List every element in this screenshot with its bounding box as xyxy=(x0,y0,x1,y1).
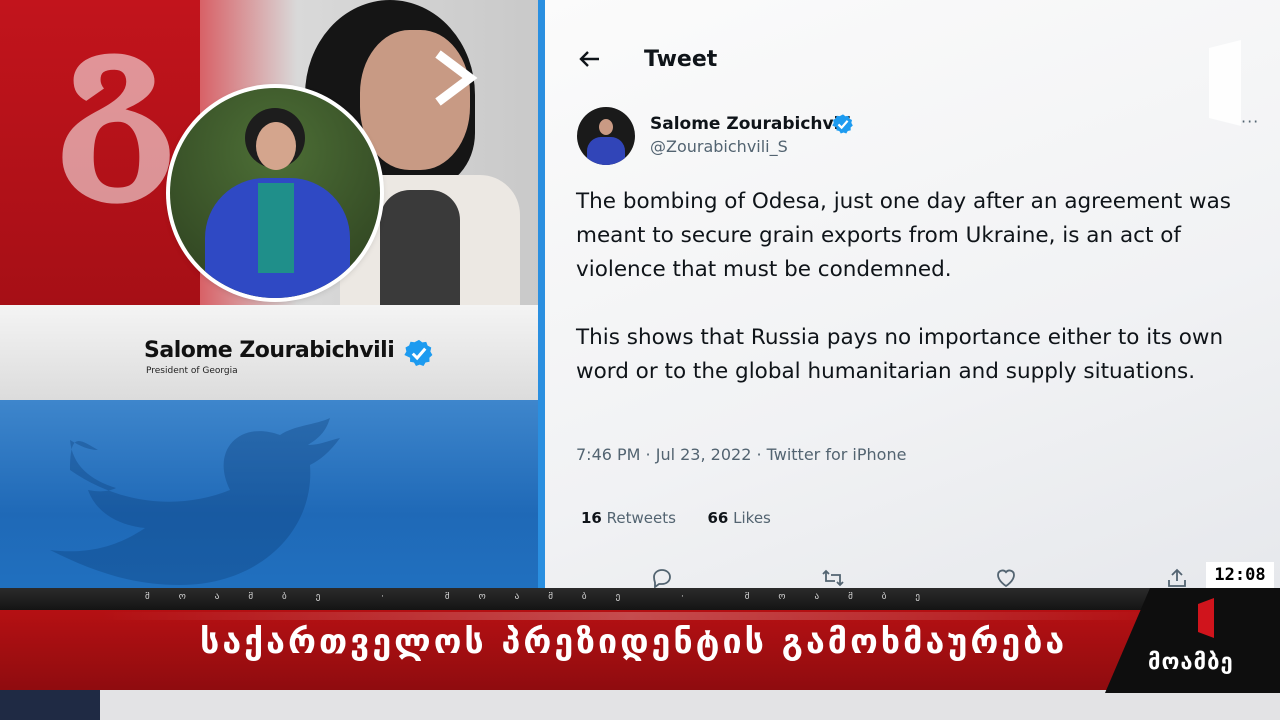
broadcast-clock: 12:08 xyxy=(1206,562,1274,588)
tweet-panel: Tweet Salome Zourabichvili @Zourabichvil… xyxy=(545,0,1280,590)
like-count[interactable]: 66 xyxy=(708,509,729,527)
profile-subtitle: President of Georgia xyxy=(146,366,238,376)
retweet-label[interactable]: Retweets xyxy=(607,509,676,527)
arrow-left-icon[interactable] xyxy=(577,46,603,72)
left-graphic-panel: გ Salome Zourabichvili President of Geor… xyxy=(0,0,540,590)
twitter-bird-icon xyxy=(50,418,340,585)
retweet-icon[interactable] xyxy=(821,566,845,590)
tweet-timestamp: 7:46 PM · Jul 23, 2022 · Twitter for iPh… xyxy=(576,445,907,464)
profile-name: Salome Zourabichvili xyxy=(144,338,395,363)
ticker-text: მოამბე · მოამბე · მოამბე xyxy=(145,592,949,602)
channel-watermark-icon xyxy=(1209,40,1241,126)
share-icon[interactable] xyxy=(1165,566,1189,590)
headline-text: საქართველოს პრეზიდენტის გამოხმაურება xyxy=(200,622,1068,662)
verified-badge-icon xyxy=(404,339,433,366)
lower-strip xyxy=(0,690,1280,720)
tweet-stats: 16 Retweets 66 Likes xyxy=(581,509,771,527)
retweet-count[interactable]: 16 xyxy=(581,509,602,527)
verified-badge-icon xyxy=(832,114,853,134)
photo-backdrop: გ xyxy=(0,0,540,305)
chevron-right-icon xyxy=(435,50,478,106)
tweet-text-paragraph: This shows that Russia pays no importanc… xyxy=(576,325,1224,384)
tweet-avatar[interactable] xyxy=(577,107,635,165)
tweet-author-name[interactable]: Salome Zourabichvili xyxy=(650,114,851,134)
profile-photo xyxy=(170,88,380,298)
like-label[interactable]: Likes xyxy=(733,509,771,527)
heart-icon[interactable] xyxy=(994,566,1018,590)
channel-logo-text: მოამბე xyxy=(1148,650,1234,675)
tweet-header-title: Tweet xyxy=(644,47,718,72)
reply-icon[interactable] xyxy=(650,566,674,590)
tweet-text-paragraph: The bombing of Odesa, just one day after… xyxy=(576,189,1231,282)
decorative-letter: გ xyxy=(55,0,178,206)
headline-shine xyxy=(100,612,1160,620)
channel-logo-icon xyxy=(1198,598,1214,638)
tweet-author-handle[interactable]: @Zourabichvili_S xyxy=(650,137,788,156)
